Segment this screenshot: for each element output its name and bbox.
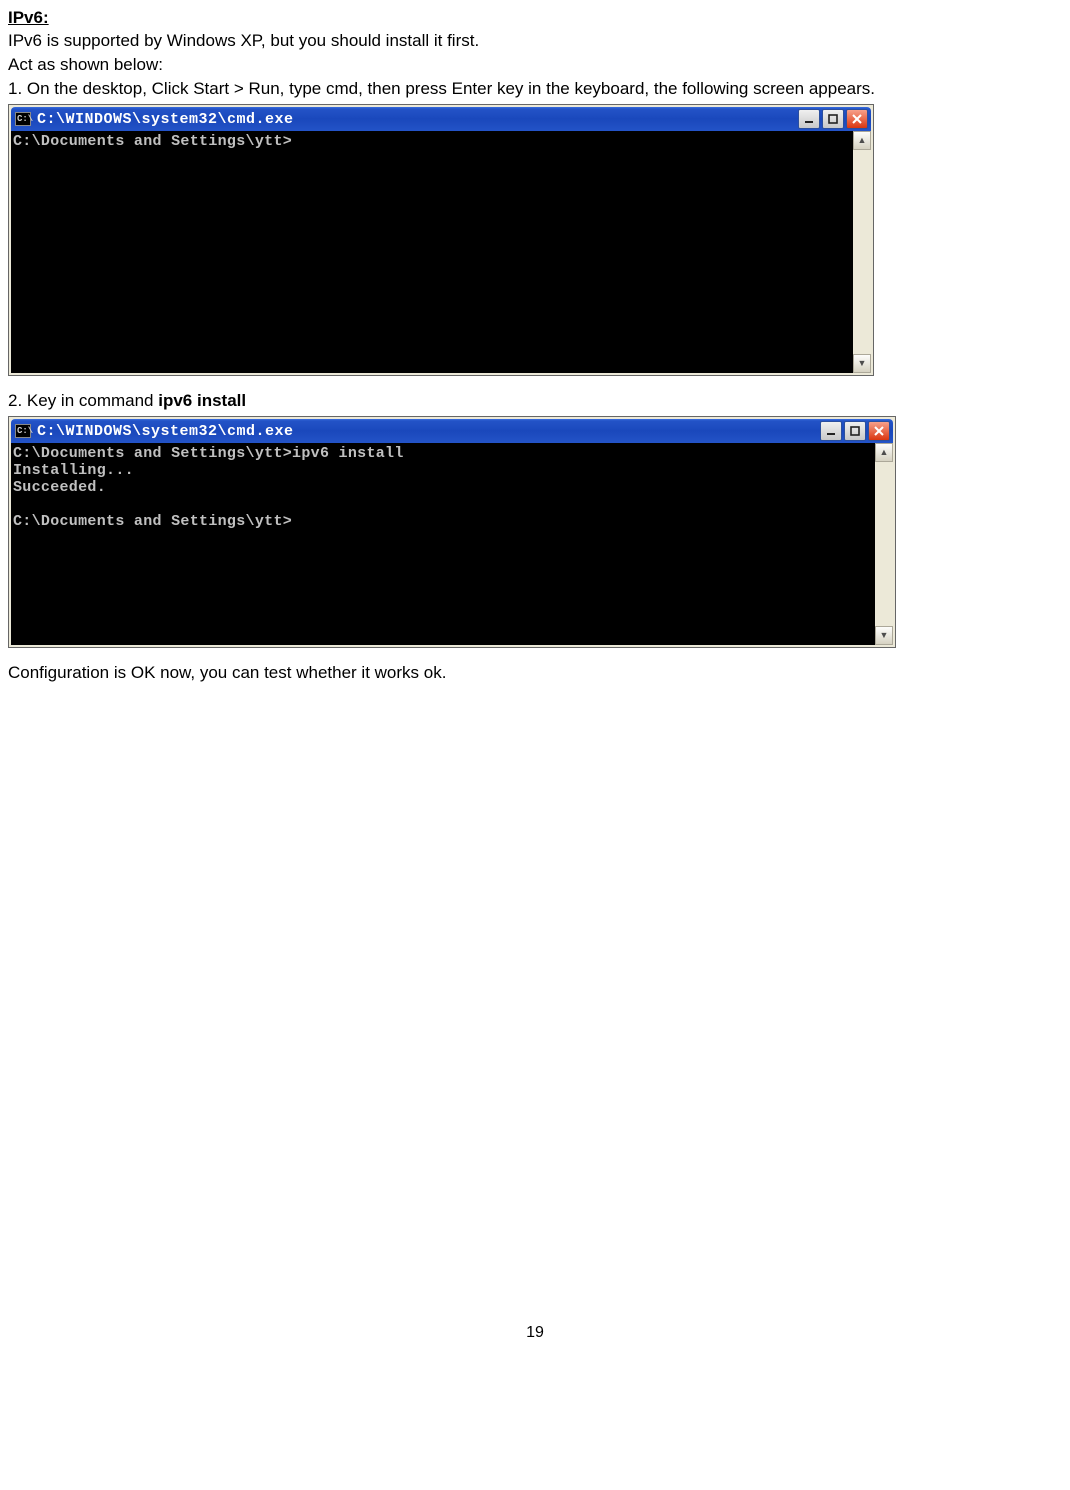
cmd-icon: C:\: [15, 112, 31, 126]
close-icon: [874, 426, 884, 436]
maximize-icon: [850, 426, 860, 436]
scroll-up-button[interactable]: ▲: [853, 131, 871, 150]
paragraph-3: 1. On the desktop, Click Start > Run, ty…: [8, 78, 1062, 100]
scrollbar[interactable]: ▲ ▼: [853, 131, 871, 373]
cmd-window-2: C:\ C:\WINDOWS\system32\cmd.exe C:\Docum…: [8, 416, 896, 648]
maximize-icon: [828, 114, 838, 124]
section-heading: IPv6:: [8, 8, 1062, 28]
titlebar[interactable]: C:\ C:\WINDOWS\system32\cmd.exe: [11, 419, 893, 443]
chevron-down-icon: ▼: [858, 359, 867, 368]
minimize-button[interactable]: [798, 109, 820, 129]
paragraph-5: Configuration is OK now, you can test wh…: [8, 662, 1062, 684]
close-icon: [852, 114, 862, 124]
scroll-track[interactable]: [853, 150, 871, 354]
scroll-down-button[interactable]: ▼: [853, 354, 871, 373]
minimize-icon: [804, 114, 814, 124]
titlebar-text: C:\WINDOWS\system32\cmd.exe: [37, 423, 820, 440]
chevron-up-icon: ▲: [880, 448, 889, 457]
maximize-button[interactable]: [822, 109, 844, 129]
terminal-output[interactable]: C:\Documents and Settings\ytt>ipv6 insta…: [11, 443, 875, 645]
terminal-output[interactable]: C:\Documents and Settings\ytt>: [11, 131, 853, 373]
paragraph-4: 2. Key in command ipv6 install: [8, 390, 1062, 412]
close-button[interactable]: [846, 109, 868, 129]
paragraph-4-command: ipv6 install: [158, 391, 246, 410]
minimize-button[interactable]: [820, 421, 842, 441]
chevron-up-icon: ▲: [858, 136, 867, 145]
minimize-icon: [826, 426, 836, 436]
cmd-icon: C:\: [15, 424, 31, 438]
titlebar[interactable]: C:\ C:\WINDOWS\system32\cmd.exe: [11, 107, 871, 131]
paragraph-4-prefix: 2. Key in command: [8, 391, 158, 410]
scroll-up-button[interactable]: ▲: [875, 443, 893, 462]
scroll-down-button[interactable]: ▼: [875, 626, 893, 645]
page-number: 19: [8, 1324, 1062, 1342]
cmd-window-1: C:\ C:\WINDOWS\system32\cmd.exe C:\Docum…: [8, 104, 874, 376]
paragraph-1: IPv6 is supported by Windows XP, but you…: [8, 30, 1062, 52]
chevron-down-icon: ▼: [880, 631, 889, 640]
maximize-button[interactable]: [844, 421, 866, 441]
paragraph-2: Act as shown below:: [8, 54, 1062, 76]
titlebar-text: C:\WINDOWS\system32\cmd.exe: [37, 111, 798, 128]
close-button[interactable]: [868, 421, 890, 441]
scrollbar[interactable]: ▲ ▼: [875, 443, 893, 645]
scroll-track[interactable]: [875, 462, 893, 626]
